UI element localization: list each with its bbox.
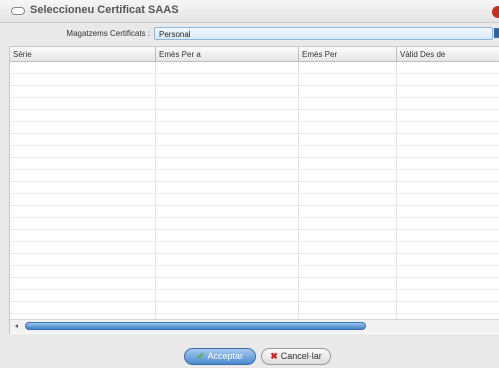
column-header-emes-per[interactable]: Emès Per [299,47,397,61]
horizontal-scrollbar[interactable] [10,319,499,333]
column-header-valid-des-de[interactable]: Vàlid Des de [397,47,499,61]
dialog-title: Seleccioneu Certificat SAAS [30,4,179,16]
cancel-button[interactable]: ✖ Cancel·lar [261,348,331,365]
certificate-store-select[interactable]: Personal [154,27,493,40]
table-row-line [10,217,499,218]
table-row-line [10,301,499,302]
table-row-line [10,229,499,230]
column-header-emes-per-a[interactable]: Emès Per a [156,47,299,61]
column-divider [155,62,156,319]
x-icon: ✖ [270,351,278,361]
table-row-line [10,181,499,182]
table-row-line [10,169,499,170]
table-row-line [10,97,499,98]
table-body [10,62,499,319]
certificate-store-label: Magatzems Certificats : [66,29,150,38]
table-header: Sèrie Emès Per a Emès Per Vàlid Des de [10,47,499,62]
table-row-line [10,205,499,206]
title-bar: Seleccioneu Certificat SAAS [0,0,499,23]
certificate-store-row: Magatzems Certificats : Personal [0,24,499,42]
select-arrow-icon[interactable] [494,28,499,38]
scroll-left-icon[interactable] [13,322,22,331]
close-icon[interactable] [492,6,499,18]
table-row-line [10,133,499,134]
scrollbar-thumb[interactable] [25,322,366,330]
check-icon: ✔ [196,351,205,361]
table-row-line [10,145,499,146]
certificate-store-value: Personal [159,30,191,39]
cancel-label: Cancel·lar [280,351,322,361]
accept-button[interactable]: ✔ Acceptar [184,348,256,365]
table-row-line [10,109,499,110]
table-row-line [10,85,499,86]
table-row-line [10,121,499,122]
column-divider [396,62,397,319]
table-row-line [10,289,499,290]
table-row-line [10,157,499,158]
table-row-line [10,241,499,242]
column-divider [298,62,299,319]
table-row-line [10,73,499,74]
table-row-line [10,277,499,278]
accept-label: Acceptar [207,351,244,361]
window-icon [11,7,25,15]
table-row-line [10,313,499,314]
table-row-line [10,253,499,254]
table-row-line [10,193,499,194]
table-row-line [10,265,499,266]
column-header-serie[interactable]: Sèrie [10,47,156,61]
certificate-table: Sèrie Emès Per a Emès Per Vàlid Des de [9,46,499,334]
